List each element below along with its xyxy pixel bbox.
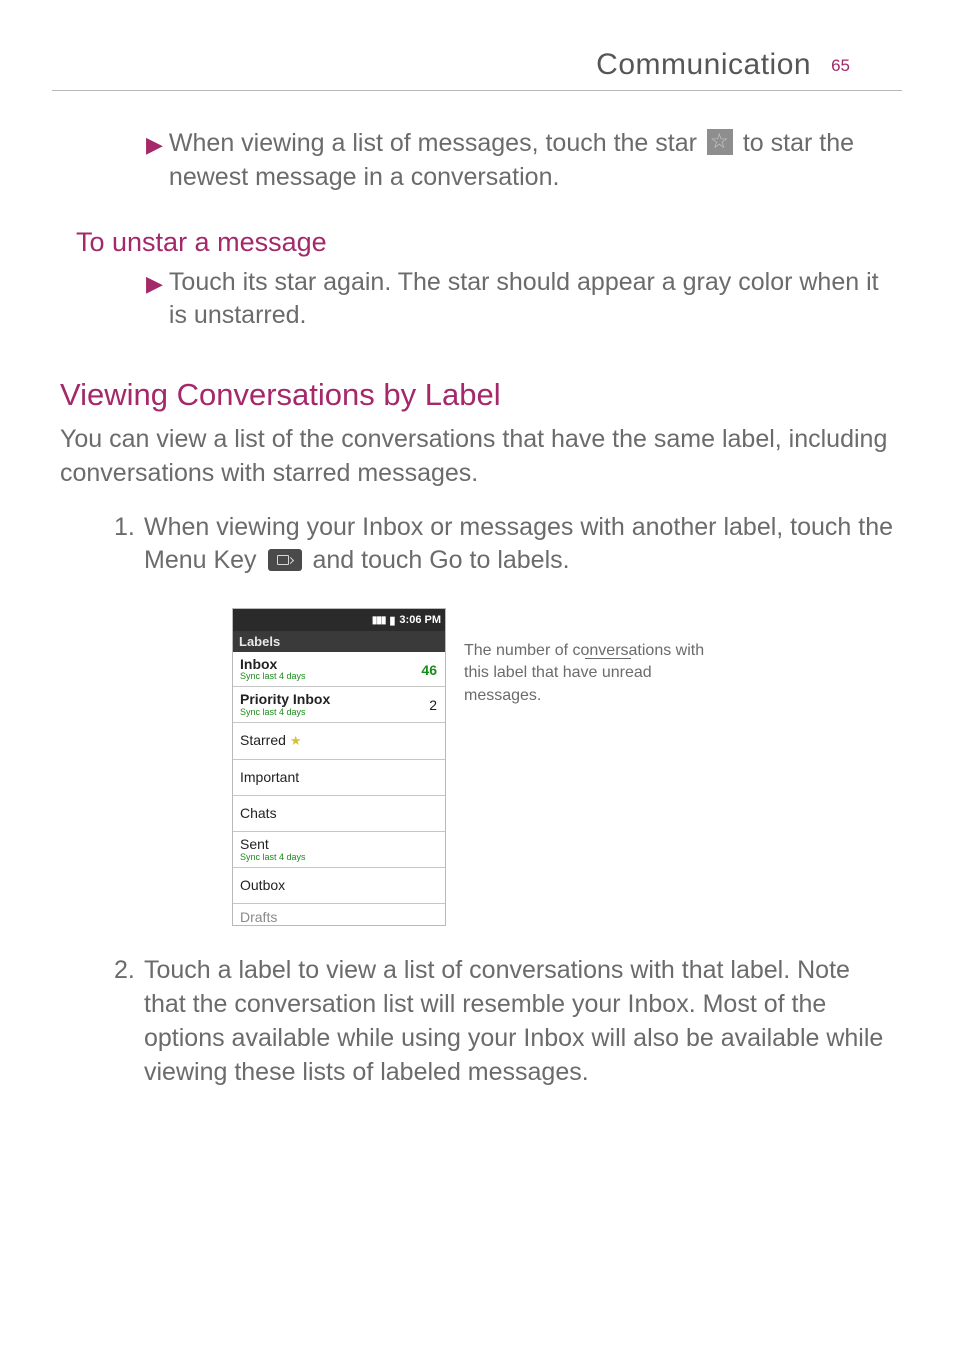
label-name: Important [240,770,299,785]
heading-unstar: To unstar a message [76,227,894,258]
label-count: 2 [429,697,437,713]
heading-view-labels: Viewing Conversations by Label [60,377,894,413]
signal-icon: ▮▮▮ [372,615,386,626]
label-name: Sent [240,837,306,852]
star-icon: ★ [290,733,302,749]
text-fragment: When viewing your Inbox or messages with… [144,513,893,541]
star-icon [707,129,733,155]
text-fragment: When viewing a list of messages, touch t… [169,129,704,157]
callout-line [585,658,631,659]
label-row-priority[interactable]: Priority Inbox Sync last 4 days 2 [233,687,445,722]
label-name: Inbox [240,657,306,672]
menu-key-label: Menu Key [144,546,257,574]
label-row-starred[interactable]: Starred ★ [233,723,445,760]
page-number: 65 [831,56,850,76]
label-name: Chats [240,806,277,821]
bullet-text: Touch its star again. The star should ap… [169,266,894,334]
menu-key-icon [268,549,302,571]
bullet-text: When viewing a list of messages, touch t… [169,127,894,195]
step-body: When viewing your Inbox or messages with… [144,511,894,579]
battery-icon: ▮ [389,614,395,627]
label-sync-text: Sync last 4 days [240,708,330,718]
step-1: 1. When viewing your Inbox or messages w… [114,511,894,579]
label-name: Drafts [240,910,277,925]
paragraph-view-labels: You can view a list of the conversations… [60,423,894,491]
bullet-unstar: ▶ Touch its star again. The star should … [146,266,894,334]
text-fragment: and touch [306,546,430,574]
triangle-bullet-icon: ▶ [146,269,163,337]
bullet-star-message: ▶ When viewing a list of messages, touch… [146,127,894,195]
header-title: Communication [596,48,811,82]
status-bar: ▮▮▮ ▮ 3:06 PM [233,609,445,631]
step-index: 2. [114,954,144,1089]
step-body: Touch a label to view a list of conversa… [144,954,894,1089]
label-count: 46 [421,662,437,678]
label-sync-text: Sync last 4 days [240,853,306,863]
text-fragment: . [563,546,570,574]
step-2: 2. Touch a label to view a list of conve… [114,954,894,1089]
status-time: 3:06 PM [399,614,441,626]
phone-frame: ▮▮▮ ▮ 3:06 PM Labels Inbox Sync last 4 d… [232,608,446,926]
page-content: ▶ When viewing a list of messages, touch… [0,91,954,1089]
callout-text: The number of conversations with this la… [464,640,722,926]
go-to-labels-label: Go to labels [429,546,562,574]
label-row-inbox[interactable]: Inbox Sync last 4 days 46 [233,652,445,687]
label-row-outbox[interactable]: Outbox [233,868,445,904]
label-sync-text: Sync last 4 days [240,672,306,682]
labels-header: Labels [233,631,445,652]
triangle-bullet-icon: ▶ [146,130,163,198]
label-row-drafts[interactable]: Drafts [233,904,445,925]
figure-labels-screenshot: ▮▮▮ ▮ 3:06 PM Labels Inbox Sync last 4 d… [60,608,894,926]
step-index: 1. [114,511,144,579]
label-name: Outbox [240,878,285,893]
label-row-sent[interactable]: Sent Sync last 4 days [233,832,445,867]
label-name: Priority Inbox [240,692,330,707]
page-header: Communication 65 [52,0,902,91]
label-row-chats[interactable]: Chats [233,796,445,832]
label-name: Starred [240,733,286,748]
label-row-important[interactable]: Important [233,760,445,796]
